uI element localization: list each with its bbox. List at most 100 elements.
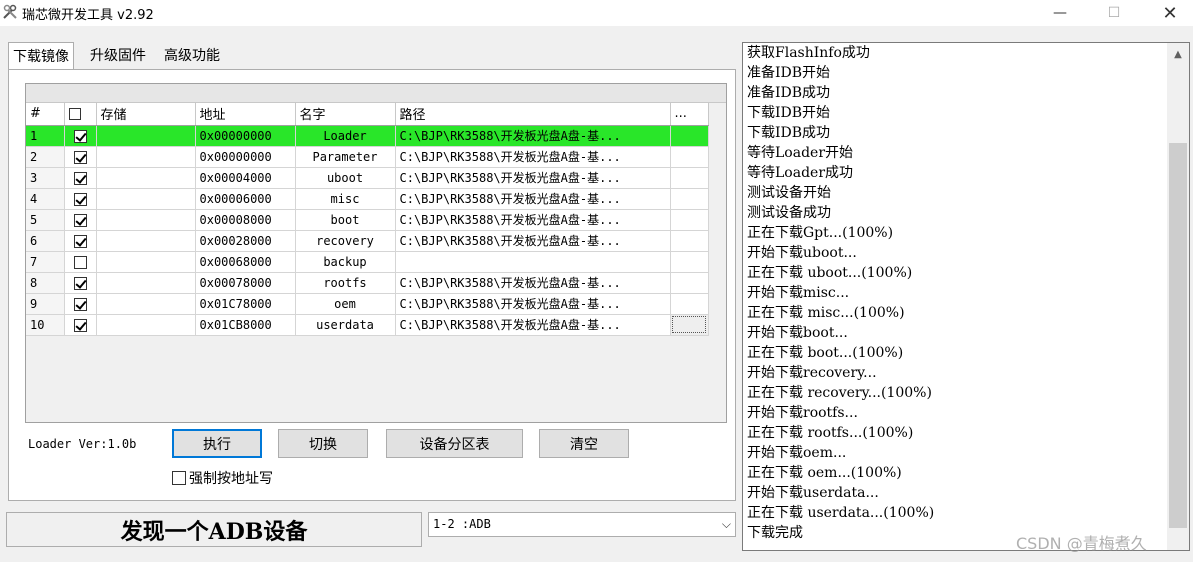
device-select-value: 1-2 :ADB xyxy=(433,517,491,531)
row-checkbox[interactable] xyxy=(73,150,87,164)
device-select[interactable]: 1-2 :ADB ⌵ xyxy=(428,512,736,537)
table-row[interactable]: 10 0x01CB8000 userdata C:\BJP\RK3588\开发板光盘A… xyxy=(26,314,709,336)
log-lines: 获取FlashInfo成功 准备IDB开始 准备IDB成功 下载IDB开始 下载IDB成… xyxy=(747,43,1167,543)
table-row[interactable]: 2 0x00000000 Parameter C:\BJP\RK3588\开发板光盘A… xyxy=(26,146,709,168)
row-path[interactable]: C:\BJP\RK3588\开发板光盘A盘-基... xyxy=(395,314,671,336)
tab-download-image[interactable]: 下载镜像 xyxy=(8,42,74,71)
table-row[interactable]: 4 0x00006000 misc C:\BJP\RK3588\开发板光盘A盘-基..… xyxy=(26,188,709,210)
table-row[interactable]: 1 0x00000000 Loader C:\BJP\RK3588\开发板光盘A盘-基… xyxy=(26,125,709,147)
row-num: 8 xyxy=(26,272,65,294)
row-checkbox-cell[interactable] xyxy=(64,146,97,168)
table-row[interactable]: 6 0x00028000 recovery C:\BJP\RK3588\开发板光盘A盘… xyxy=(26,230,709,252)
row-num: 10 xyxy=(26,314,65,336)
row-path[interactable]: C:\BJP\RK3588\开发板光盘A盘-基... xyxy=(395,230,671,252)
partition-grid: # 存储 地址 名字 路径 ... 1 0x00000000 Loader C:\BJ… xyxy=(25,83,727,423)
select-all-checkbox[interactable] xyxy=(68,107,81,120)
col-header-num[interactable]: # xyxy=(26,103,65,126)
row-checkbox[interactable] xyxy=(73,192,87,206)
col-header-path[interactable]: 路径 xyxy=(395,103,671,126)
row-num: 4 xyxy=(26,188,65,210)
log-line: 等待Loader成功 xyxy=(747,165,854,181)
table-row[interactable]: 8 0x00078000 rootfs C:\BJP\RK3588\开发板光盘A盘-基… xyxy=(26,272,709,294)
log-line: 准备IDB开始 xyxy=(747,65,831,81)
row-checkbox-cell[interactable] xyxy=(64,188,97,210)
row-path[interactable] xyxy=(395,251,671,273)
row-checkbox[interactable] xyxy=(73,129,87,143)
row-more-button[interactable] xyxy=(670,167,709,189)
row-path[interactable]: C:\BJP\RK3588\开发板光盘A盘-基... xyxy=(395,293,671,315)
row-checkbox-cell[interactable] xyxy=(64,251,97,273)
tools-icon xyxy=(3,4,17,19)
run-button[interactable]: 执行 xyxy=(172,429,262,458)
scroll-thumb[interactable] xyxy=(1169,143,1187,528)
log-scrollbar[interactable]: ▲ xyxy=(1167,43,1189,550)
row-path[interactable]: C:\BJP\RK3588\开发板光盘A盘-基... xyxy=(395,272,671,294)
row-checkbox-cell[interactable] xyxy=(64,167,97,189)
row-path[interactable]: C:\BJP\RK3588\开发板光盘A盘-基... xyxy=(395,188,671,210)
table-row[interactable]: 9 0x01C78000 oem C:\BJP\RK3588\开发板光盘A盘-基... xyxy=(26,293,709,315)
log-line: 开始下载rootfs... xyxy=(747,405,858,421)
maximize-button[interactable]: ☐ xyxy=(1091,0,1137,26)
row-checkbox[interactable] xyxy=(73,276,87,290)
row-path[interactable]: C:\BJP\RK3588\开发板光盘A盘-基... xyxy=(395,125,671,147)
force-address-checkbox[interactable] xyxy=(172,471,186,485)
row-checkbox[interactable] xyxy=(73,171,87,185)
row-checkbox[interactable] xyxy=(73,297,87,311)
row-checkbox-cell[interactable] xyxy=(64,293,97,315)
row-checkbox[interactable] xyxy=(73,255,87,269)
scroll-up-icon[interactable]: ▲ xyxy=(1167,43,1189,65)
row-more-button[interactable] xyxy=(670,251,709,273)
row-checkbox[interactable] xyxy=(73,234,87,248)
row-name: boot xyxy=(295,209,396,231)
row-more-button[interactable] xyxy=(670,146,709,168)
row-more-button[interactable] xyxy=(670,230,709,252)
col-header-addr[interactable]: 地址 xyxy=(195,103,296,126)
row-more-button[interactable] xyxy=(670,272,709,294)
log-line: 正在下载 boot...(100%) xyxy=(747,345,904,361)
row-checkbox-cell[interactable] xyxy=(64,272,97,294)
row-checkbox-cell[interactable] xyxy=(64,230,97,252)
tab-advanced[interactable]: 高级功能 xyxy=(160,42,224,70)
log-line: 正在下载 misc...(100%) xyxy=(747,305,905,321)
row-more-button[interactable] xyxy=(670,188,709,210)
log-line: 获取FlashInfo成功 xyxy=(747,45,870,61)
row-store xyxy=(96,251,196,273)
clear-button[interactable]: 清空 xyxy=(539,429,629,458)
row-path[interactable]: C:\BJP\RK3588\开发板光盘A盘-基... xyxy=(395,209,671,231)
row-name: rootfs xyxy=(295,272,396,294)
row-addr: 0x00028000 xyxy=(195,230,296,252)
table-row[interactable]: 5 0x00008000 boot C:\BJP\RK3588\开发板光盘A盘-基..… xyxy=(26,209,709,231)
row-more-button[interactable] xyxy=(670,314,709,336)
row-checkbox-cell[interactable] xyxy=(64,125,97,147)
row-name: userdata xyxy=(295,314,396,336)
col-header-name[interactable]: 名字 xyxy=(295,103,396,126)
log-line: 开始下载uboot... xyxy=(747,245,857,261)
row-more-button[interactable] xyxy=(670,293,709,315)
force-address-write[interactable]: 强制按地址写 xyxy=(172,468,273,488)
row-checkbox-cell[interactable] xyxy=(64,209,97,231)
table-row[interactable]: 7 0x00068000 backup xyxy=(26,251,709,273)
switch-button[interactable]: 切换 xyxy=(278,429,368,458)
log-panel[interactable]: 获取FlashInfo成功 准备IDB开始 准备IDB成功 下载IDB开始 下载IDB成… xyxy=(742,42,1190,551)
tab-upgrade-firmware[interactable]: 升级固件 xyxy=(86,42,150,70)
col-header-more[interactable]: ... xyxy=(670,103,709,126)
row-checkbox-cell[interactable] xyxy=(64,314,97,336)
row-store xyxy=(96,209,196,231)
col-header-store[interactable]: 存储 xyxy=(96,103,196,126)
chevron-down-icon[interactable]: ⌵ xyxy=(722,517,731,532)
close-button[interactable]: ✕ xyxy=(1147,0,1193,26)
row-checkbox[interactable] xyxy=(73,318,87,332)
watermark: CSDN @青梅煮久 xyxy=(1016,534,1147,553)
minimize-button[interactable]: — xyxy=(1037,0,1083,26)
table-row[interactable]: 3 0x00004000 uboot C:\BJP\RK3588\开发板光盘A盘-基.… xyxy=(26,167,709,189)
row-more-button[interactable] xyxy=(670,125,709,147)
log-line: 测试设备开始 xyxy=(747,185,831,201)
log-line: 正在下载Gpt...(100%) xyxy=(747,225,894,241)
partition-table-button[interactable]: 设备分区表 xyxy=(386,429,523,458)
row-path[interactable]: C:\BJP\RK3588\开发板光盘A盘-基... xyxy=(395,167,671,189)
row-path[interactable]: C:\BJP\RK3588\开发板光盘A盘-基... xyxy=(395,146,671,168)
col-header-check[interactable] xyxy=(64,103,97,126)
row-name: Parameter xyxy=(295,146,396,168)
row-checkbox[interactable] xyxy=(73,213,87,227)
row-more-button[interactable] xyxy=(670,209,709,231)
